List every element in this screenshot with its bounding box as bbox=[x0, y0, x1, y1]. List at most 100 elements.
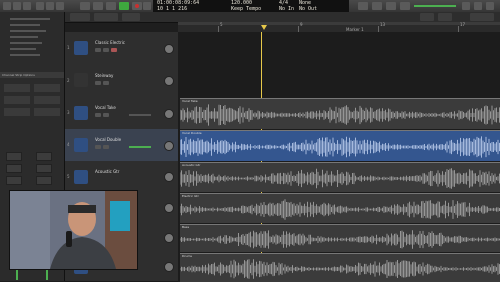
mute-button[interactable] bbox=[95, 48, 101, 52]
waveform-icon bbox=[74, 137, 88, 152]
play-button[interactable] bbox=[119, 2, 129, 10]
tracks-area[interactable]: Vocal Take Vocal Double Acoustic Gtr Ele… bbox=[178, 32, 500, 282]
track-lane[interactable]: Bass bbox=[178, 223, 500, 252]
track-name: Vocal Take bbox=[95, 105, 116, 111]
editors-button[interactable] bbox=[56, 2, 64, 10]
region-name: Vocal Take bbox=[182, 99, 198, 103]
keyboard-icon bbox=[74, 40, 88, 55]
rewind-button[interactable] bbox=[80, 2, 90, 10]
pencil-tool[interactable] bbox=[438, 13, 452, 21]
track-name: Classic Electric bbox=[95, 40, 125, 46]
mute-button[interactable] bbox=[95, 113, 101, 117]
input-slot[interactable] bbox=[34, 108, 60, 116]
inspector-row bbox=[10, 54, 40, 56]
solo-button[interactable] bbox=[103, 80, 109, 85]
bounce-button[interactable] bbox=[6, 176, 22, 185]
track-header[interactable]: 5 Acoustic Gtr bbox=[65, 161, 178, 193]
solo-button[interactable] bbox=[103, 145, 109, 149]
ruler-label: 13 bbox=[380, 22, 386, 27]
audio-region[interactable]: Bass bbox=[180, 224, 500, 252]
audio-region[interactable]: Vocal Take bbox=[180, 98, 500, 129]
setting-slot[interactable] bbox=[4, 84, 30, 92]
waveform bbox=[180, 230, 500, 249]
record-enable-button[interactable] bbox=[111, 48, 117, 52]
forward-button[interactable] bbox=[93, 2, 103, 10]
toolbar-button[interactable] bbox=[23, 2, 31, 10]
pan-knob[interactable] bbox=[164, 172, 174, 183]
inspector-button[interactable] bbox=[13, 2, 21, 10]
browser-button[interactable] bbox=[486, 2, 494, 10]
setting-slot[interactable] bbox=[34, 84, 60, 92]
solo-button[interactable] bbox=[36, 164, 52, 173]
track-header[interactable]: 2 Steinway bbox=[65, 64, 178, 98]
functions-menu[interactable] bbox=[94, 13, 118, 21]
mute-button[interactable] bbox=[95, 80, 101, 85]
track-lane[interactable]: Vocal Double bbox=[178, 129, 500, 161]
inspector-row bbox=[10, 24, 40, 26]
pan-knob[interactable] bbox=[164, 140, 174, 151]
track-header[interactable]: 1 Classic Electric bbox=[65, 32, 178, 65]
eq-slot[interactable] bbox=[4, 96, 30, 104]
audio-region[interactable]: Vocal Double bbox=[180, 130, 500, 161]
bounce-button[interactable] bbox=[36, 176, 52, 185]
mute-button[interactable] bbox=[36, 152, 52, 161]
pan-knob[interactable] bbox=[164, 75, 174, 86]
audio-region[interactable]: Acoustic Gtr bbox=[180, 162, 500, 192]
track-header[interactable]: 4 Vocal Double bbox=[65, 129, 178, 162]
smart-controls-button[interactable] bbox=[36, 2, 44, 10]
waveform bbox=[180, 136, 500, 158]
notes-button[interactable] bbox=[462, 2, 470, 10]
edit-menu[interactable] bbox=[70, 13, 90, 21]
volume-slider[interactable] bbox=[129, 145, 151, 148]
pan-knob[interactable] bbox=[164, 43, 174, 54]
ruler-label: 9 bbox=[300, 22, 303, 27]
cycle-area[interactable] bbox=[178, 22, 500, 25]
track-number: 2 bbox=[67, 77, 70, 83]
track-header[interactable]: 3 Vocal Take bbox=[65, 97, 178, 130]
stop-button[interactable] bbox=[106, 2, 116, 10]
master-volume-slider[interactable] bbox=[414, 5, 456, 7]
track-lane[interactable]: Acoustic Gtr bbox=[178, 161, 500, 192]
cycle-button[interactable] bbox=[143, 2, 151, 10]
library-button[interactable] bbox=[3, 2, 11, 10]
mute-button[interactable] bbox=[6, 152, 22, 161]
input-slot[interactable] bbox=[4, 108, 30, 116]
pan-knob[interactable] bbox=[164, 262, 174, 273]
mute-button[interactable] bbox=[95, 145, 101, 149]
record-button[interactable] bbox=[132, 2, 142, 10]
mixer-button[interactable] bbox=[46, 2, 54, 10]
waveform bbox=[180, 259, 500, 279]
ruler-label: 5 bbox=[220, 22, 223, 27]
track-number: 1 bbox=[67, 45, 70, 51]
solo-button[interactable] bbox=[6, 164, 22, 173]
inspector-row bbox=[10, 30, 46, 32]
lcd-display[interactable]: 01:00:08:09:64 10 1 1 216 120.000 Keep T… bbox=[153, 0, 349, 12]
view-menu[interactable] bbox=[122, 13, 140, 21]
solo-button[interactable] bbox=[103, 113, 109, 117]
audio-region[interactable]: Drums bbox=[180, 253, 500, 282]
zoom-slider[interactable] bbox=[470, 13, 494, 21]
waveform-icon bbox=[74, 169, 88, 184]
volume-slider[interactable] bbox=[129, 113, 151, 116]
pan-knob[interactable] bbox=[164, 233, 174, 244]
pan-knob[interactable] bbox=[164, 108, 174, 119]
track-lane[interactable]: Drums bbox=[178, 252, 500, 282]
region-name: Vocal Double bbox=[182, 131, 202, 135]
channel-strip-header[interactable]: Channel Strip Options bbox=[0, 72, 64, 78]
playhead-icon[interactable] bbox=[261, 25, 267, 30]
pointer-tool[interactable] bbox=[420, 13, 434, 21]
audio-region[interactable]: Electric Gtr bbox=[180, 193, 500, 223]
metronome-button[interactable] bbox=[400, 2, 410, 10]
count-in-button[interactable] bbox=[386, 2, 396, 10]
list-button[interactable] bbox=[358, 2, 368, 10]
solo-button[interactable] bbox=[103, 48, 109, 52]
region-parameters[interactable] bbox=[10, 18, 50, 20]
track-lane[interactable]: Vocal Take bbox=[178, 97, 500, 129]
waveform bbox=[180, 104, 500, 126]
eq-slot[interactable] bbox=[34, 96, 60, 104]
track-lane[interactable]: Electric Gtr bbox=[178, 192, 500, 223]
tuner-button[interactable] bbox=[372, 2, 382, 10]
pan-knob[interactable] bbox=[164, 203, 174, 214]
inspector-row bbox=[10, 42, 42, 44]
loops-button[interactable] bbox=[474, 2, 482, 10]
